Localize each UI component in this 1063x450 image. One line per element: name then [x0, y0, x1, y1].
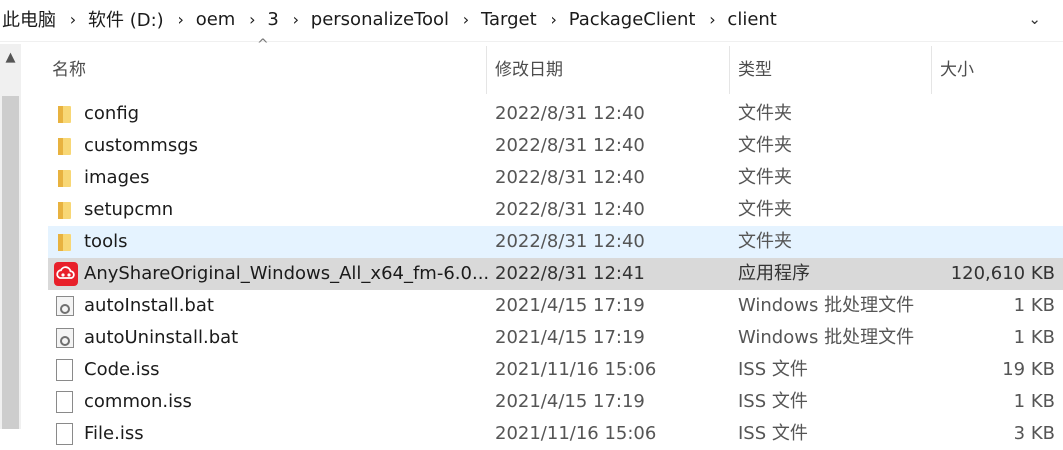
file-size: 19 KB	[1002, 359, 1055, 380]
breadcrumb-item[interactable]: PackageClient	[569, 9, 702, 30]
file-row[interactable]: tools 2022/8/31 12:40 文件夹	[48, 226, 1063, 258]
file-row[interactable]: setupcmn 2022/8/31 12:40 文件夹	[48, 194, 1063, 226]
chevron-right-icon[interactable]: ›	[62, 10, 88, 29]
column-header-label: 名称	[52, 60, 86, 80]
scroll-up-icon[interactable]: ▲	[0, 50, 21, 70]
file-name: autoUninstall.bat	[84, 327, 239, 348]
file-name-cell: custommsgs	[48, 130, 488, 162]
file-size: 1 KB	[1013, 295, 1055, 316]
file-row[interactable]: Code.iss 2021/11/16 15:06 ISS 文件 19 KB	[48, 354, 1063, 386]
file-name-cell: config	[48, 98, 488, 130]
file-name-cell: autoUninstall.bat	[48, 322, 488, 354]
file-size	[908, 226, 1055, 258]
file-date: 2022/8/31 12:40	[495, 231, 645, 252]
file-row[interactable]: AnyShareOriginal_Windows_All_x64_fm-6.0.…	[48, 258, 1063, 290]
chevron-right-icon[interactable]: ›	[455, 10, 481, 29]
file-name: config	[84, 103, 140, 124]
file-size: 1 KB	[1013, 327, 1055, 348]
scrollbar-thumb[interactable]	[2, 96, 19, 429]
file-name-cell: common.iss	[48, 386, 488, 418]
file-date: 2022/8/31 12:40	[495, 199, 645, 220]
chevron-down-icon[interactable]: ⌄	[1028, 10, 1041, 28]
file-date: 2022/8/31 12:40	[495, 167, 645, 188]
file-name: images	[84, 167, 150, 188]
file-row[interactable]: File.iss 2021/11/16 15:06 ISS 文件 3 KB	[48, 418, 1063, 450]
column-header-label: 修改日期	[495, 60, 563, 80]
breadcrumb-item[interactable]: client	[727, 9, 782, 30]
file-date: 2022/8/31 12:41	[495, 263, 645, 284]
file-name-cell: Code.iss	[48, 354, 488, 386]
file-date: 2021/4/15 17:19	[495, 391, 645, 412]
column-header-row: 名称 ^ 修改日期 类型 大小	[44, 38, 1063, 94]
file-size	[908, 98, 1055, 130]
file-date: 2022/8/31 12:40	[495, 135, 645, 156]
file-name: AnyShareOriginal_Windows_All_x64_fm-6.0.…	[84, 263, 488, 284]
file-name: Code.iss	[84, 359, 160, 380]
file-name: autoInstall.bat	[84, 295, 214, 316]
file-list: config 2022/8/31 12:40 文件夹 custommsgs 20…	[48, 98, 1063, 450]
chevron-right-icon[interactable]: ›	[285, 10, 311, 29]
file-row[interactable]: images 2022/8/31 12:40 文件夹	[48, 162, 1063, 194]
chevron-right-icon[interactable]: ›	[241, 10, 267, 29]
divider	[0, 41, 1063, 42]
file-date: 2021/4/15 17:19	[495, 295, 645, 316]
file-row[interactable]: autoInstall.bat 2021/4/15 17:19 Windows …	[48, 290, 1063, 322]
column-header-type[interactable]: 类型	[730, 46, 932, 94]
breadcrumb: 此电脑 › 软件 (D:) › oem › 3 › personalizeToo…	[0, 0, 1063, 38]
column-header-name[interactable]: 名称 ^	[44, 38, 487, 94]
file-name-cell: setupcmn	[48, 194, 488, 226]
file-size	[908, 194, 1055, 226]
breadcrumb-item[interactable]: Target	[481, 9, 543, 30]
file-size: 1 KB	[1013, 391, 1055, 412]
file-size	[908, 162, 1055, 194]
breadcrumb-item[interactable]: 3	[267, 9, 284, 30]
breadcrumb-item[interactable]: oem	[196, 9, 242, 30]
file-name-cell: autoInstall.bat	[48, 290, 488, 322]
sort-ascending-icon: ^	[257, 37, 269, 53]
chevron-right-icon[interactable]: ›	[701, 10, 727, 29]
file-date: 2021/4/15 17:19	[495, 327, 645, 348]
file-row[interactable]: autoUninstall.bat 2021/4/15 17:19 Window…	[48, 322, 1063, 354]
breadcrumb-item[interactable]: 软件 (D:)	[88, 6, 170, 32]
file-name: setupcmn	[84, 199, 174, 220]
file-row[interactable]: config 2022/8/31 12:40 文件夹	[48, 98, 1063, 130]
breadcrumb-item[interactable]: 此电脑	[0, 6, 62, 32]
file-size: 3 KB	[1013, 423, 1055, 444]
file-name: tools	[84, 231, 128, 252]
file-name: custommsgs	[84, 135, 199, 156]
file-date: 2022/8/31 12:40	[495, 103, 645, 124]
file-name: File.iss	[84, 423, 144, 444]
file-name-cell: File.iss	[48, 418, 488, 450]
column-header-date[interactable]: 修改日期	[487, 46, 730, 94]
file-name-cell: AnyShareOriginal_Windows_All_x64_fm-6.0.…	[48, 258, 488, 290]
column-header-label: 类型	[738, 60, 772, 80]
file-row[interactable]: custommsgs 2022/8/31 12:40 文件夹	[48, 130, 1063, 162]
file-name-cell: images	[48, 162, 488, 194]
file-name-cell: tools	[48, 226, 488, 258]
column-header-size[interactable]: 大小	[932, 46, 1063, 94]
file-name: common.iss	[84, 391, 192, 412]
chevron-right-icon[interactable]: ›	[170, 10, 196, 29]
column-header-label: 大小	[940, 60, 974, 80]
breadcrumb-item[interactable]: personalizeTool	[311, 9, 455, 30]
file-size	[908, 130, 1055, 162]
file-date: 2021/11/16 15:06	[495, 359, 657, 380]
file-row[interactable]: common.iss 2021/4/15 17:19 ISS 文件 1 KB	[48, 386, 1063, 418]
chevron-right-icon[interactable]: ›	[543, 10, 569, 29]
file-size: 120,610 KB	[950, 263, 1055, 284]
file-date: 2021/11/16 15:06	[495, 423, 657, 444]
